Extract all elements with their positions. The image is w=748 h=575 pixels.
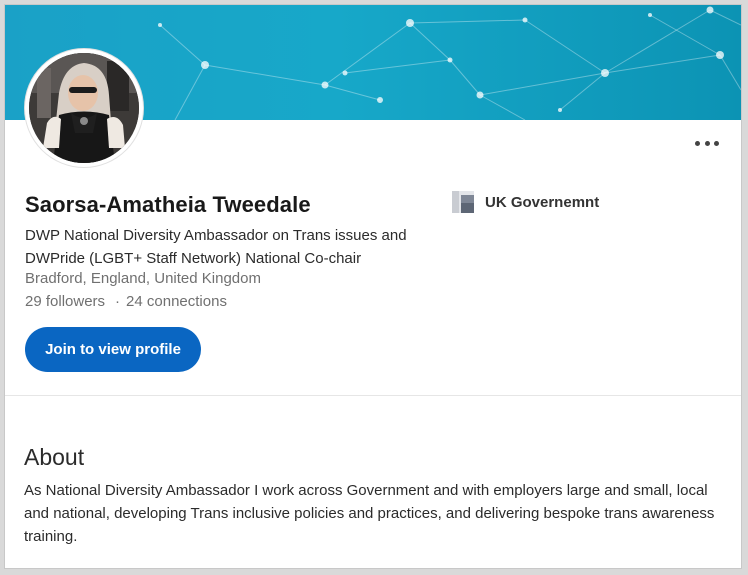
dot (695, 140, 700, 146)
profile-avatar (25, 49, 143, 167)
current-organization[interactable]: UK Governemnt (452, 191, 599, 213)
join-to-view-profile-button[interactable]: Join to view profile (25, 327, 201, 372)
avatar-photo (29, 53, 139, 163)
about-text: As National Diversity Ambassador I work … (24, 482, 715, 545)
profile-location: Bradford, England, United Kingdom (25, 270, 261, 287)
stats-separator: · (115, 293, 121, 310)
profile-headline: DWP National Diversity Ambassador on Tra… (25, 227, 407, 267)
organization-name: UK Governemnt (485, 193, 600, 211)
profile-name: Saorsa-Amatheia Tweedale (25, 192, 311, 217)
about-heading: About (24, 444, 85, 470)
dot (704, 140, 710, 146)
dot (714, 140, 719, 146)
section-divider (5, 395, 741, 396)
more-options-icon[interactable] (695, 136, 719, 150)
profile-card: Saorsa-Amatheia Tweedale DWP National Di… (5, 5, 741, 568)
organization-logo-icon (452, 191, 474, 213)
connections-count: 24 connections (126, 293, 227, 310)
followers-count: 29 followers (25, 293, 106, 310)
profile-stats: 29 followers · 24 connections (25, 293, 227, 310)
